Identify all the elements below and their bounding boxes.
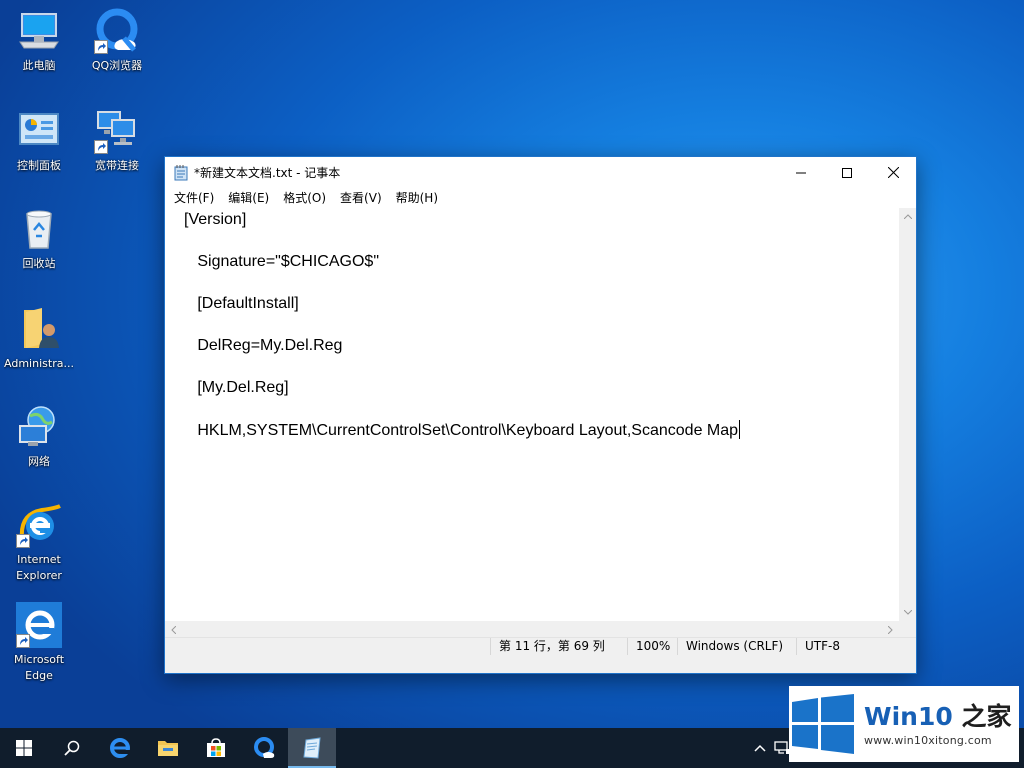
watermark-text: Win10 之家 www.win10xitong.com: [864, 702, 1011, 747]
desktop-icon-label: Microsoft Edge: [13, 653, 65, 682]
watermark-url: www.win10xitong.com: [864, 733, 992, 747]
text-line-last: HKLM,SYSTEM\CurrentControlSet\Control\Ke…: [184, 420, 899, 462]
taskbar-qq-browser[interactable]: [240, 728, 288, 768]
scroll-left-icon[interactable]: [165, 621, 182, 638]
close-button[interactable]: [870, 157, 916, 188]
notepad-icon: [174, 164, 188, 180]
desktop-icon-label: 控制面板: [17, 159, 61, 172]
menu-help[interactable]: 帮助(H): [389, 188, 445, 208]
control-panel-icon: [16, 108, 62, 154]
chevron-up-icon[interactable]: [754, 744, 766, 752]
vertical-scrollbar[interactable]: [899, 208, 916, 621]
text-caret: [739, 420, 741, 439]
taskbar-file-explorer[interactable]: [144, 728, 192, 768]
windows-flag-icon: [792, 694, 854, 754]
scroll-down-icon[interactable]: [899, 604, 916, 621]
shortcut-arrow-icon: [94, 140, 108, 154]
menu-view[interactable]: 查看(V): [333, 188, 389, 208]
line-ending: Windows (CRLF): [677, 638, 796, 655]
text-line: DelReg=My.Del.Reg: [184, 337, 343, 354]
system-tray: [754, 728, 792, 768]
start-button[interactable]: [0, 728, 48, 768]
text-area[interactable]: [Version] Signature="$CHICAGO$" [Default…: [165, 208, 899, 621]
taskbar-store[interactable]: [192, 728, 240, 768]
desktop-icon-recycle-bin[interactable]: 回收站: [0, 206, 78, 272]
internet-explorer-icon: [16, 502, 62, 548]
text-line: [My.Del.Reg]: [184, 379, 289, 396]
menu-file[interactable]: 文件(F): [167, 188, 221, 208]
search-button[interactable]: [48, 728, 96, 768]
recycle-bin-icon: [16, 206, 62, 252]
qq-browser-icon: [94, 8, 140, 54]
minimize-icon: [796, 172, 806, 173]
network-icon: [16, 404, 62, 450]
desktop-icon-microsoft-edge[interactable]: Microsoft Edge: [0, 602, 78, 684]
title-bar[interactable]: *新建文本文档.txt - 记事本: [165, 157, 916, 188]
editor[interactable]: [Version] Signature="$CHICAGO$" [Default…: [165, 208, 916, 638]
horizontal-scrollbar[interactable]: [165, 621, 899, 638]
text-line: [Version]: [184, 211, 247, 228]
desktop-icon-internet-explorer[interactable]: Internet Explorer: [0, 502, 78, 584]
desktop-icon-user-folder[interactable]: Administra...: [0, 306, 78, 372]
computer-icon: [16, 8, 62, 54]
shortcut-arrow-icon: [94, 40, 108, 54]
desktop-icon-broadband[interactable]: 宽带连接: [78, 108, 156, 174]
windows-logo-icon: [16, 740, 32, 756]
desktop-icon-label: 回收站: [22, 257, 56, 270]
status-bar: 第 11 行，第 69 列 100% Windows (CRLF) UTF-8: [165, 637, 916, 673]
store-icon: [207, 738, 225, 757]
desktop-icon-this-pc[interactable]: 此电脑: [0, 8, 78, 74]
cursor-position: 第 11 行，第 69 列: [490, 638, 627, 655]
window-title: *新建文本文档.txt - 记事本: [194, 166, 341, 180]
desktop-icon-label: Administra...: [4, 357, 74, 370]
watermark-logo: Win10 之家 www.win10xitong.com: [789, 686, 1019, 762]
desktop-icon-qq-browser[interactable]: QQ浏览器: [78, 8, 156, 74]
taskbar-edge[interactable]: [96, 728, 144, 768]
user-folder-icon: [16, 306, 62, 352]
desktop-icon-network[interactable]: 网络: [0, 404, 78, 470]
menu-bar: 文件(F) 编辑(E) 格式(O) 查看(V) 帮助(H): [165, 188, 916, 208]
watermark-brand: Win10 之家: [864, 701, 1012, 731]
search-icon: [64, 740, 80, 756]
taskbar-notepad[interactable]: [288, 728, 336, 768]
desktop-icon-label: QQ浏览器: [91, 59, 143, 72]
maximize-icon: [842, 167, 852, 178]
edge-icon: [16, 602, 62, 648]
menu-format[interactable]: 格式(O): [276, 188, 333, 208]
encoding: UTF-8: [796, 638, 916, 655]
scroll-right-icon[interactable]: [882, 621, 899, 638]
scroll-corner: [899, 621, 916, 638]
text-line: [DefaultInstall]: [184, 295, 299, 312]
desktop-icon-control-panel[interactable]: 控制面板: [0, 108, 78, 174]
network-connection-icon: [94, 108, 140, 154]
folder-icon: [158, 741, 178, 756]
menu-edit[interactable]: 编辑(E): [221, 188, 276, 208]
text-line: Signature="$CHICAGO$": [184, 253, 379, 270]
close-icon: [887, 167, 899, 178]
text-line: HKLM,SYSTEM\CurrentControlSet\Control\Ke…: [184, 422, 739, 439]
desktop-icon-label: 宽带连接: [95, 159, 139, 172]
notepad-icon: [303, 737, 321, 759]
notepad-window[interactable]: *新建文本文档.txt - 记事本 文件(F) 编辑(E) 格式(O) 查看(V…: [164, 156, 917, 674]
shortcut-arrow-icon: [16, 534, 30, 548]
shortcut-arrow-icon: [16, 634, 30, 648]
desktop-icon-label: 网络: [28, 455, 50, 468]
maximize-button[interactable]: [824, 157, 870, 188]
minimize-button[interactable]: [778, 157, 824, 188]
desktop-icon-label: 此电脑: [22, 59, 56, 72]
zoom-level: 100%: [627, 638, 677, 655]
qq-browser-icon: [254, 737, 275, 758]
edge-icon: [110, 738, 130, 758]
desktop-icon-label: Internet Explorer: [16, 553, 62, 582]
scroll-up-icon[interactable]: [899, 208, 916, 225]
